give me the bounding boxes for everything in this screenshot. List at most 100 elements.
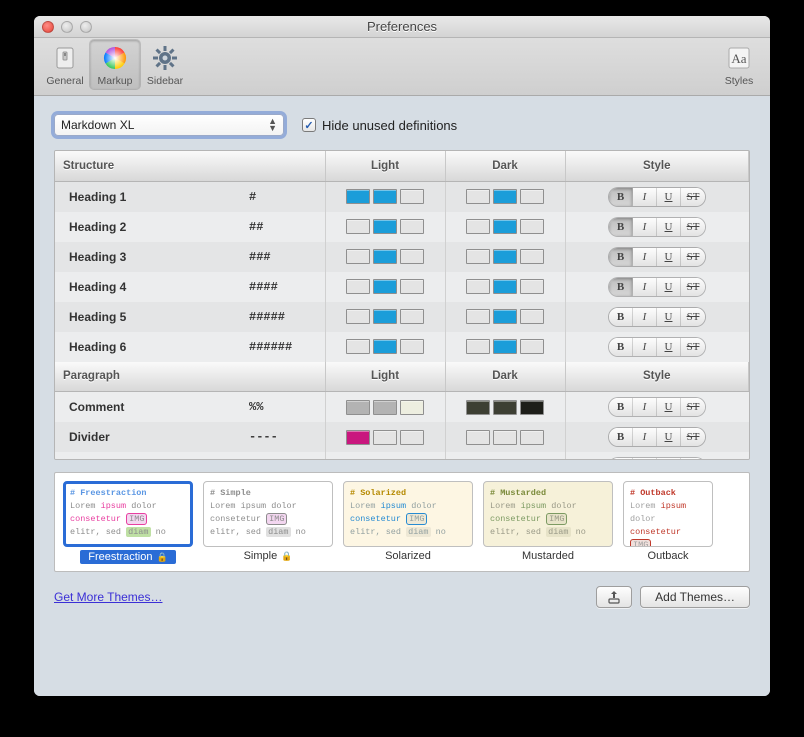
- underline-toggle[interactable]: U: [657, 458, 681, 459]
- color-swatch[interactable]: [520, 249, 544, 264]
- table-row[interactable]: Comment %% B I U ST: [55, 392, 749, 423]
- bold-toggle[interactable]: B: [609, 218, 633, 236]
- theme-card-freestraction[interactable]: # Freestraction Lorem ipsum dolor conset…: [63, 481, 193, 567]
- color-swatch[interactable]: [493, 279, 517, 294]
- color-swatch[interactable]: [346, 400, 370, 415]
- color-swatch[interactable]: [466, 249, 490, 264]
- italic-toggle[interactable]: I: [633, 428, 657, 446]
- color-swatch[interactable]: [466, 309, 490, 324]
- strikethrough-toggle[interactable]: ST: [681, 278, 705, 296]
- color-swatch[interactable]: [493, 430, 517, 445]
- underline-toggle[interactable]: U: [657, 338, 681, 356]
- bold-toggle[interactable]: B: [609, 338, 633, 356]
- table-row[interactable]: Heading 3 ### B I U ST: [55, 242, 749, 272]
- toolbar-tab-styles[interactable]: Aa Styles: [714, 40, 764, 89]
- color-swatch[interactable]: [400, 219, 424, 234]
- color-swatch[interactable]: [373, 339, 397, 354]
- color-swatch[interactable]: [400, 430, 424, 445]
- color-swatch[interactable]: [400, 400, 424, 415]
- color-swatch[interactable]: [520, 219, 544, 234]
- color-swatch[interactable]: [466, 219, 490, 234]
- italic-toggle[interactable]: I: [633, 188, 657, 206]
- column-header-style[interactable]: Style: [565, 362, 749, 392]
- theme-card-outback[interactable]: # Outback Lorem ipsum dolor consetetur I…: [623, 481, 713, 567]
- strikethrough-toggle[interactable]: ST: [681, 398, 705, 416]
- color-swatch[interactable]: [466, 400, 490, 415]
- bold-toggle[interactable]: B: [609, 458, 633, 459]
- color-swatch[interactable]: [373, 309, 397, 324]
- color-swatch[interactable]: [493, 339, 517, 354]
- italic-toggle[interactable]: I: [633, 308, 657, 326]
- color-swatch[interactable]: [400, 279, 424, 294]
- color-swatch[interactable]: [493, 189, 517, 204]
- table-row[interactable]: Divider ---- B I U ST: [55, 422, 749, 452]
- add-themes-button[interactable]: Add Themes…: [640, 586, 750, 608]
- color-swatch[interactable]: [493, 219, 517, 234]
- color-swatch[interactable]: [373, 189, 397, 204]
- bold-toggle[interactable]: B: [609, 278, 633, 296]
- column-header-dark[interactable]: Dark: [445, 362, 565, 392]
- underline-toggle[interactable]: U: [657, 398, 681, 416]
- column-header-structure[interactable]: Paragraph: [55, 362, 325, 392]
- color-swatch[interactable]: [466, 339, 490, 354]
- color-swatch[interactable]: [346, 430, 370, 445]
- underline-toggle[interactable]: U: [657, 248, 681, 266]
- color-swatch[interactable]: [400, 189, 424, 204]
- color-swatch[interactable]: [373, 400, 397, 415]
- column-header-style[interactable]: Style: [565, 151, 749, 181]
- strikethrough-toggle[interactable]: ST: [681, 218, 705, 236]
- color-swatch[interactable]: [346, 339, 370, 354]
- strikethrough-toggle[interactable]: ST: [681, 188, 705, 206]
- underline-toggle[interactable]: U: [657, 218, 681, 236]
- color-swatch[interactable]: [493, 400, 517, 415]
- definitions-scroll[interactable]: Structure Light Dark Style Heading 1 # B…: [55, 151, 749, 459]
- color-swatch[interactable]: [400, 339, 424, 354]
- bold-toggle[interactable]: B: [609, 248, 633, 266]
- theme-card-mustarded[interactable]: # Mustarded Lorem ipsum dolor consetetur…: [483, 481, 613, 567]
- color-swatch[interactable]: [346, 279, 370, 294]
- color-swatch[interactable]: [466, 430, 490, 445]
- bold-toggle[interactable]: B: [609, 398, 633, 416]
- theme-card-simple[interactable]: # Simple Lorem ipsum dolor consetetur IM…: [203, 481, 333, 567]
- color-swatch[interactable]: [520, 430, 544, 445]
- share-button[interactable]: [596, 586, 632, 608]
- color-swatch[interactable]: [373, 430, 397, 445]
- underline-toggle[interactable]: U: [657, 308, 681, 326]
- italic-toggle[interactable]: I: [633, 458, 657, 459]
- color-swatch[interactable]: [493, 309, 517, 324]
- color-swatch[interactable]: [400, 249, 424, 264]
- italic-toggle[interactable]: I: [633, 338, 657, 356]
- color-swatch[interactable]: [520, 279, 544, 294]
- table-row[interactable]: Code Block '' B I U ST: [55, 452, 749, 459]
- table-row[interactable]: Heading 5 ##### B I U ST: [55, 302, 749, 332]
- table-row[interactable]: Heading 1 # B I U ST: [55, 181, 749, 212]
- bold-toggle[interactable]: B: [609, 308, 633, 326]
- color-swatch[interactable]: [520, 189, 544, 204]
- strikethrough-toggle[interactable]: ST: [681, 248, 705, 266]
- color-swatch[interactable]: [346, 249, 370, 264]
- color-swatch[interactable]: [466, 189, 490, 204]
- toolbar-tab-general[interactable]: General: [40, 40, 90, 89]
- strikethrough-toggle[interactable]: ST: [681, 428, 705, 446]
- table-row[interactable]: Heading 2 ## B I U ST: [55, 212, 749, 242]
- italic-toggle[interactable]: I: [633, 398, 657, 416]
- underline-toggle[interactable]: U: [657, 428, 681, 446]
- toolbar-tab-markup[interactable]: Markup: [90, 40, 140, 89]
- underline-toggle[interactable]: U: [657, 278, 681, 296]
- color-swatch[interactable]: [520, 309, 544, 324]
- color-swatch[interactable]: [373, 279, 397, 294]
- strikethrough-toggle[interactable]: ST: [681, 338, 705, 356]
- color-swatch[interactable]: [346, 309, 370, 324]
- table-row[interactable]: Heading 4 #### B I U ST: [55, 272, 749, 302]
- strikethrough-toggle[interactable]: ST: [681, 458, 705, 459]
- hide-unused-checkbox[interactable]: ✓ Hide unused definitions: [302, 118, 457, 133]
- color-swatch[interactable]: [400, 309, 424, 324]
- bold-toggle[interactable]: B: [609, 428, 633, 446]
- color-swatch[interactable]: [493, 249, 517, 264]
- table-row[interactable]: Heading 6 ###### B I U ST: [55, 332, 749, 362]
- column-header-structure[interactable]: Structure: [55, 151, 325, 181]
- themes-strip[interactable]: # Freestraction Lorem ipsum dolor conset…: [54, 472, 750, 572]
- definition-set-combo[interactable]: Markdown XL ▲▼: [54, 114, 284, 136]
- italic-toggle[interactable]: I: [633, 278, 657, 296]
- bold-toggle[interactable]: B: [609, 188, 633, 206]
